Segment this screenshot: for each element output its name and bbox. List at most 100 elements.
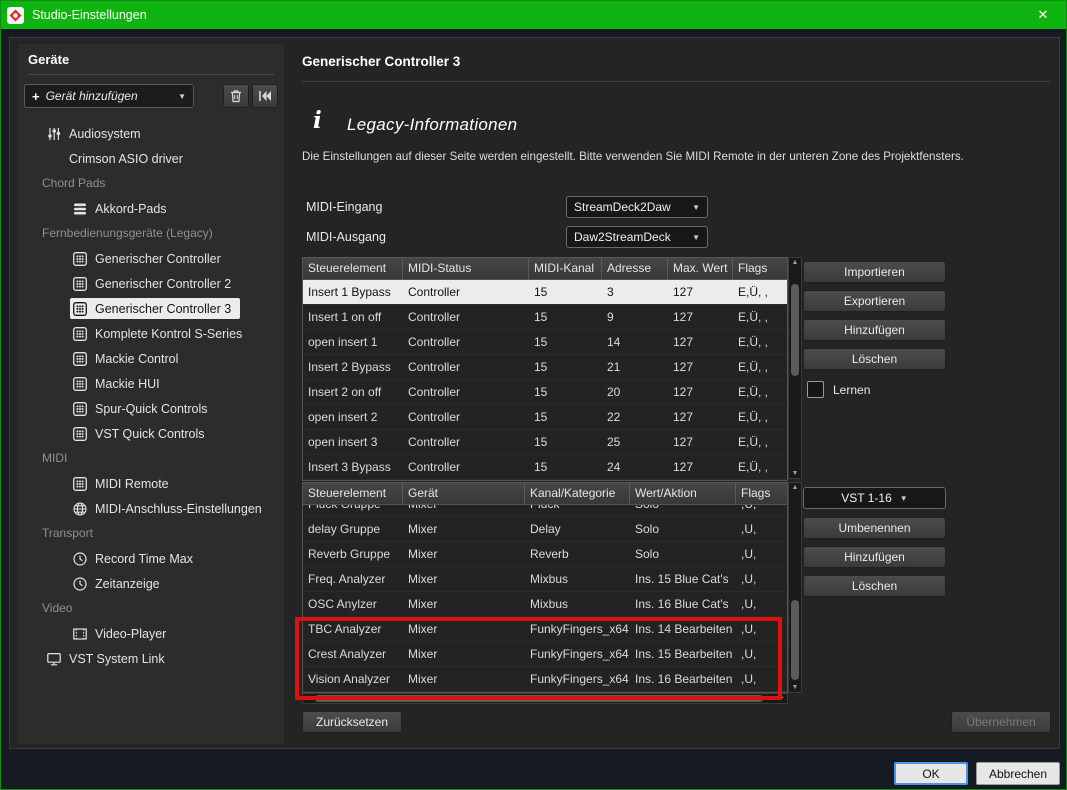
- column-header-steuerelement[interactable]: Steuerelement: [303, 258, 403, 279]
- cell: Controller: [403, 455, 529, 479]
- scroll-up-icon[interactable]: ▲: [789, 484, 801, 491]
- table-row-insert-1-on-off[interactable]: Insert 1 on offController159127E,Ü, ,: [303, 305, 787, 330]
- column-header-flags[interactable]: Flags: [736, 483, 789, 504]
- midi-input-label: MIDI-Eingang: [306, 196, 382, 218]
- column-header-kanal-kategorie[interactable]: Kanal/Kategorie: [525, 483, 630, 504]
- delete-assignment-button[interactable]: Löschen: [803, 575, 946, 597]
- tree-section-transport: Transport: [18, 521, 284, 546]
- export-button[interactable]: Exportieren: [803, 290, 946, 312]
- scroll-right-icon[interactable]: ►: [779, 694, 785, 703]
- vst-bank-select[interactable]: VST 1-16 ▼: [803, 487, 946, 509]
- cell: ,U,: [736, 517, 787, 541]
- column-header-max-wert[interactable]: Max. Wert: [668, 258, 733, 279]
- sidebar-item-midi-anschluss-einstellungen[interactable]: MIDI-Anschluss-Einstellungen: [18, 496, 284, 521]
- cell: E,Ü, ,: [733, 355, 787, 379]
- table-row-reverb-gruppe[interactable]: Reverb GruppeMixerReverbSolo,U,: [303, 542, 787, 567]
- add-device-dropdown[interactable]: + Gerät hinzufügen ▼: [24, 84, 194, 108]
- sidebar-item-vst-system-link[interactable]: VST System Link: [18, 646, 284, 671]
- device-tree: AudiosystemCrimson ASIO driverChord Pads…: [18, 121, 284, 744]
- table-row-open-insert-3[interactable]: open insert 3Controller1525127E,Ü, ,: [303, 430, 787, 455]
- close-button[interactable]: ✕: [1026, 1, 1060, 29]
- table-row-insert-2-bypass[interactable]: Insert 2 BypassController1521127E,Ü, ,: [303, 355, 787, 380]
- cell: Mixer: [403, 542, 525, 566]
- learn-label: Lernen: [833, 383, 870, 397]
- delete-control-button[interactable]: Löschen: [803, 348, 946, 370]
- cancel-button[interactable]: Abbrechen: [976, 762, 1060, 785]
- rename-button[interactable]: Umbenennen: [803, 517, 946, 539]
- sidebar-item-crimson-asio-driver[interactable]: Crimson ASIO driver: [18, 146, 284, 171]
- table-row-osc-anylzer[interactable]: OSC AnylzerMixerMixbusIns. 16 Blue Cat's…: [303, 592, 787, 617]
- table-row-open-insert-1[interactable]: open insert 1Controller1514127E,Ü, ,: [303, 330, 787, 355]
- column-header-adresse[interactable]: Adresse: [602, 258, 668, 279]
- table-row-vision-analyzer[interactable]: Vision AnalyzerMixerFunkyFingers_x64Ins.…: [303, 667, 787, 692]
- scrollbar-thumb[interactable]: [791, 284, 799, 376]
- column-header-flags[interactable]: Flags: [733, 258, 789, 279]
- sidebar-item-midi-remote[interactable]: MIDI Remote: [18, 471, 284, 496]
- sidebar-item-generischer-controller-3[interactable]: Generischer Controller 3: [18, 296, 284, 321]
- cell: ,U,: [736, 505, 787, 516]
- lower-table-hscrollbar[interactable]: ◄ ►: [302, 693, 788, 704]
- tree-section-chord-pads: Chord Pads: [18, 171, 284, 196]
- sidebar-item-spur-quick-controls[interactable]: Spur-Quick Controls: [18, 396, 284, 421]
- cell: TBC Analyzer: [303, 617, 403, 641]
- cell: 15: [529, 380, 602, 404]
- sidebar-item-akkord-pads[interactable]: Akkord-Pads: [18, 196, 284, 221]
- sidebar-item-video-player[interactable]: Video-Player: [18, 621, 284, 646]
- table-row-tbc-analyzer[interactable]: TBC AnalyzerMixerFunkyFingers_x64Ins. 14…: [303, 617, 787, 642]
- column-header-steuerelement[interactable]: Steuerelement: [303, 483, 403, 504]
- cell: FunkyFingers_x64: [525, 617, 630, 641]
- cell: Delay: [525, 517, 630, 541]
- sidebar-item-mackie-hui[interactable]: Mackie HUI: [18, 371, 284, 396]
- cell: 15: [529, 355, 602, 379]
- sidebar-item-komplete-kontrol-s-series[interactable]: Komplete Kontrol S-Series: [18, 321, 284, 346]
- table-row-insert-3-bypass[interactable]: Insert 3 BypassController1524127E,Ü, ,: [303, 455, 787, 480]
- table-row-pluck-gruppe[interactable]: Pluck GruppeMixerPluckSolo,U,: [303, 505, 787, 517]
- add-control-button[interactable]: Hinzufügen: [803, 319, 946, 341]
- tree-item-label: Spur-Quick Controls: [95, 402, 208, 416]
- scroll-down-icon[interactable]: ▼: [789, 470, 801, 477]
- table-row-insert-1-bypass[interactable]: Insert 1 BypassController153127E,Ü, ,: [303, 280, 787, 305]
- sidebar-toolbar: + Gerät hinzufügen ▼: [24, 84, 278, 108]
- column-header-gerät[interactable]: Gerät: [403, 483, 525, 504]
- ok-button[interactable]: OK: [894, 762, 968, 785]
- collapse-all-button[interactable]: [252, 84, 278, 108]
- tree-section-video: Video: [18, 596, 284, 621]
- delete-device-button[interactable]: [223, 84, 249, 108]
- add-device-label: Gerät hinzufügen: [46, 89, 138, 103]
- cell: Solo: [630, 505, 736, 516]
- sidebar-item-generischer-controller[interactable]: Generischer Controller: [18, 246, 284, 271]
- column-header-wert-aktion[interactable]: Wert/Aktion: [630, 483, 736, 504]
- cell: 21: [602, 355, 668, 379]
- midi-input-select[interactable]: StreamDeck2Daw ▼: [566, 196, 708, 218]
- sidebar-item-vst-quick-controls[interactable]: VST Quick Controls: [18, 421, 284, 446]
- table-row-open-insert-2[interactable]: open insert 2Controller1522127E,Ü, ,: [303, 405, 787, 430]
- table-row-crest-analyzer[interactable]: Crest AnalyzerMixerFunkyFingers_x64Ins. …: [303, 642, 787, 667]
- scroll-down-icon[interactable]: ▼: [789, 684, 801, 691]
- table-row-freq-analyzer[interactable]: Freq. AnalyzerMixerMixbusIns. 15 Blue Ca…: [303, 567, 787, 592]
- apply-button[interactable]: Übernehmen: [951, 711, 1051, 733]
- scrollbar-thumb[interactable]: [315, 695, 763, 702]
- column-header-midi-status[interactable]: MIDI-Status: [403, 258, 529, 279]
- scroll-left-icon[interactable]: ◄: [305, 694, 311, 703]
- cell: Insert 1 on off: [303, 305, 403, 329]
- reset-button[interactable]: Zurücksetzen: [302, 711, 402, 733]
- sidebar-item-generischer-controller-2[interactable]: Generischer Controller 2: [18, 271, 284, 296]
- add-assignment-button[interactable]: Hinzufügen: [803, 546, 946, 568]
- scroll-up-icon[interactable]: ▲: [789, 259, 801, 266]
- lower-table-scrollbar[interactable]: ▲ ▼: [788, 482, 802, 693]
- sidebar-item-zeitanzeige[interactable]: Zeitanzeige: [18, 571, 284, 596]
- sidebar-item-record-time-max[interactable]: Record Time Max: [18, 546, 284, 571]
- sidebar-item-audiosystem[interactable]: Audiosystem: [18, 121, 284, 146]
- sidebar-header: Geräte: [28, 52, 274, 75]
- sidebar-item-mackie-control[interactable]: Mackie Control: [18, 346, 284, 371]
- learn-checkbox[interactable]: [807, 381, 824, 398]
- legacy-info-text: Die Einstellungen auf dieser Seite werde…: [302, 150, 1054, 163]
- column-header-midi-kanal[interactable]: MIDI-Kanal: [529, 258, 602, 279]
- scrollbar-thumb[interactable]: [791, 600, 799, 680]
- import-button[interactable]: Importieren: [803, 261, 946, 283]
- table-row-insert-2-on-off[interactable]: Insert 2 on offController1520127E,Ü, ,: [303, 380, 787, 405]
- page-title: Generischer Controller 3: [302, 54, 460, 69]
- table-row-delay-gruppe[interactable]: delay GruppeMixerDelaySolo,U,: [303, 517, 787, 542]
- midi-output-select[interactable]: Daw2StreamDeck ▼: [566, 226, 708, 248]
- upper-table-scrollbar[interactable]: ▲ ▼: [788, 257, 802, 479]
